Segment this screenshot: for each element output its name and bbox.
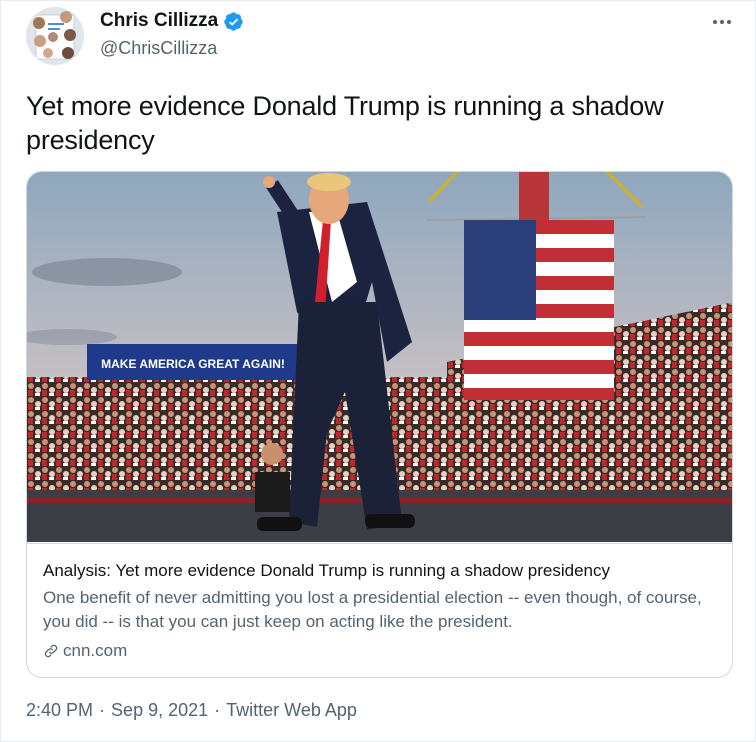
link-card[interactable]: MAKE AMERICA GREAT AGAIN! Analysis: Yet … xyxy=(26,171,733,678)
tweet-text: Yet more evidence Donald Trump is runnin… xyxy=(26,91,664,155)
card-body[interactable]: Analysis: Yet more evidence Donald Trump… xyxy=(27,543,732,677)
more-options-icon xyxy=(713,20,731,24)
banner-text: MAKE AMERICA GREAT AGAIN! xyxy=(101,357,285,371)
meta-separator: · xyxy=(99,700,106,720)
meta-separator: · xyxy=(214,700,221,720)
tweet-date[interactable]: Sep 9, 2021 xyxy=(111,700,208,721)
link-icon xyxy=(44,644,58,658)
card-domain-text: cnn.com xyxy=(63,641,128,660)
verified-badge-icon xyxy=(224,11,243,31)
avatar-collage-image xyxy=(26,7,84,65)
card-description: One benefit of never admitting you lost … xyxy=(43,588,702,631)
tweet-time[interactable]: 2:40 PM xyxy=(26,700,93,721)
card-domain: cnn.com xyxy=(43,641,127,661)
author-name-text: Chris Cillizza xyxy=(100,10,219,31)
tweet-meta: 2:40 PM · Sep 9, 2021 · Twitter Web App xyxy=(26,700,357,721)
more-options-button[interactable] xyxy=(709,9,735,35)
rally-photo-image: MAKE AMERICA GREAT AGAIN! xyxy=(27,172,732,542)
author-handle[interactable]: @ChrisCillizza xyxy=(100,38,217,59)
tweet-source-app[interactable]: Twitter Web App xyxy=(226,700,357,721)
tweet: Chris Cillizza @ChrisCillizza Yet more e… xyxy=(0,0,756,742)
card-title: Analysis: Yet more evidence Donald Trump… xyxy=(43,561,610,580)
author-avatar[interactable] xyxy=(26,7,84,65)
article-photo[interactable]: MAKE AMERICA GREAT AGAIN! xyxy=(27,172,732,542)
author-name[interactable]: Chris Cillizza xyxy=(100,10,244,32)
